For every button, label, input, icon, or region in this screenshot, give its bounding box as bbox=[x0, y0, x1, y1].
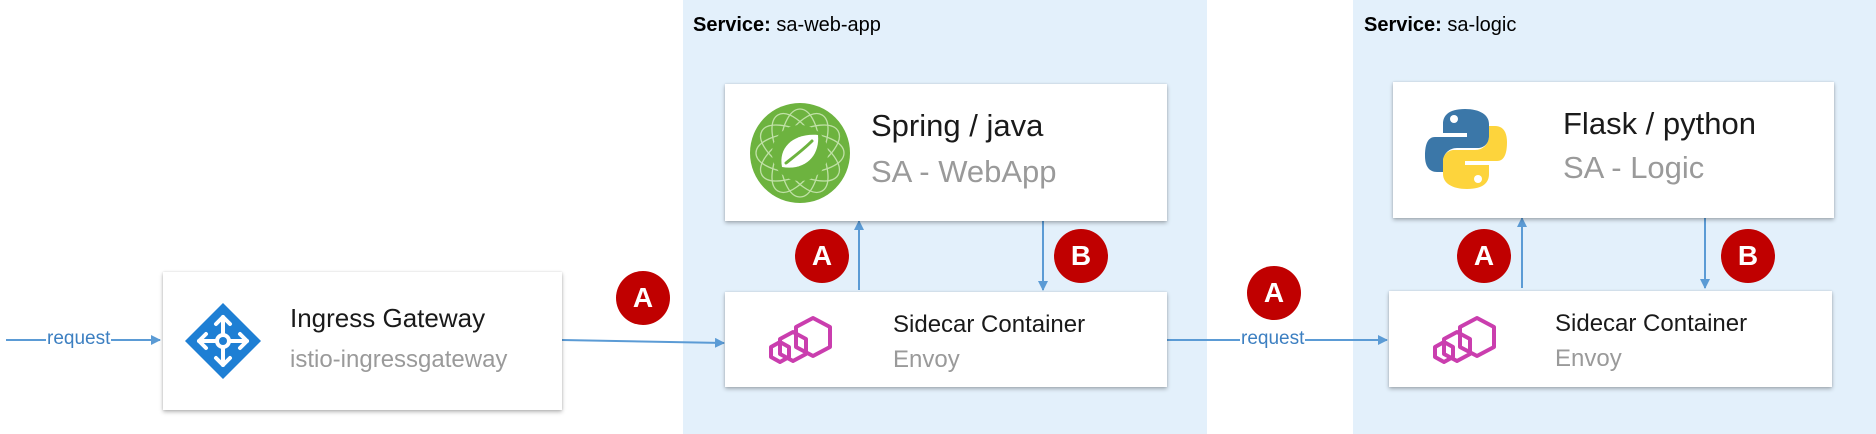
logic-app-subtitle: SA - Logic bbox=[1563, 150, 1705, 185]
logic-app-card: Flask / python SA - Logic bbox=[1393, 82, 1834, 218]
badge-a-ingress: A bbox=[616, 271, 670, 325]
ingress-title: Ingress Gateway bbox=[290, 303, 486, 333]
logic-sidecar-title: Sidecar Container bbox=[1555, 310, 1748, 337]
logic-sidecar-card: Sidecar Container Envoy bbox=[1389, 291, 1832, 387]
web-sidecar-card: Sidecar Container Envoy bbox=[725, 292, 1167, 387]
python-icon bbox=[1425, 109, 1507, 189]
web-sidecar-title: Sidecar Container bbox=[893, 311, 1086, 338]
envoy-icon bbox=[1433, 316, 1496, 364]
ingress-gateway-card: Ingress Gateway istio-ingressgateway bbox=[163, 272, 562, 410]
badge-a-between: A bbox=[1247, 266, 1301, 320]
web-app-title: Spring / java bbox=[871, 108, 1044, 143]
logic-app-title: Flask / python bbox=[1563, 106, 1756, 141]
request-label-between: request bbox=[1240, 328, 1306, 350]
gateway-icon bbox=[185, 303, 261, 379]
web-sidecar-subtitle: Envoy bbox=[893, 346, 960, 373]
arrow-ingress-to-sidecar bbox=[561, 337, 725, 348]
badge-b-logic-down: B bbox=[1721, 229, 1775, 283]
envoy-icon bbox=[769, 316, 832, 364]
web-app-card: Spring / java SA - WebApp bbox=[725, 84, 1167, 221]
ingress-subtitle: istio-ingressgateway bbox=[290, 346, 508, 373]
diagram-canvas: Service: sa-web-app Service: sa-logic re… bbox=[0, 0, 1876, 434]
spring-icon bbox=[750, 103, 850, 203]
badge-a-web-up: A bbox=[795, 229, 849, 283]
web-app-subtitle: SA - WebApp bbox=[871, 154, 1057, 189]
request-label-in: request bbox=[46, 328, 112, 350]
badge-b-web-down: B bbox=[1054, 229, 1108, 283]
badge-a-logic-up: A bbox=[1457, 229, 1511, 283]
logic-sidecar-subtitle: Envoy bbox=[1555, 345, 1622, 372]
